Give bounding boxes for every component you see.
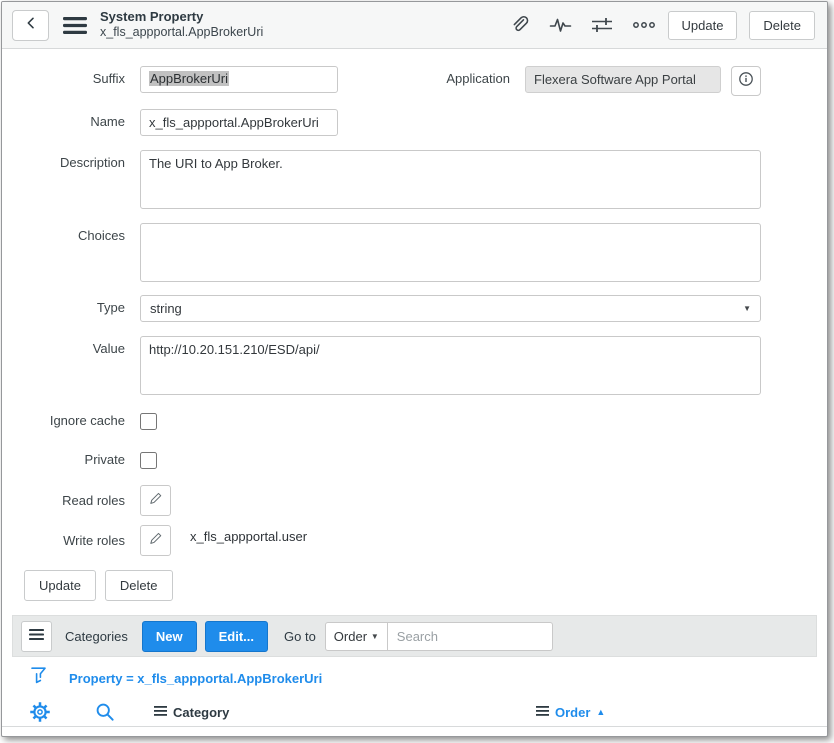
row-suffix-application: Suffix AppBrokerUri Application (2, 66, 761, 96)
hamburger-icon (154, 703, 167, 721)
row-private: Private (2, 450, 761, 469)
sliders-icon[interactable] (591, 16, 613, 34)
suffix-label: Suffix (2, 66, 140, 96)
row-read-roles: Read roles (2, 485, 761, 516)
row-name: Name (2, 109, 761, 136)
row-ignore-cache: Ignore cache (2, 411, 761, 430)
activity-stream-icon[interactable] (549, 16, 572, 34)
related-list-title: Categories (65, 629, 128, 644)
list-column-headers: Category Order ▲ (2, 698, 827, 727)
edit-button[interactable]: Edit... (205, 621, 268, 652)
breadcrumb-filter-row: Property = x_fls_appportal.AppBrokerUri (2, 657, 827, 698)
description-label: Description (2, 150, 140, 209)
private-checkbox[interactable] (140, 452, 157, 469)
info-icon (738, 71, 754, 92)
description-textarea[interactable]: The URI to App Broker. (140, 150, 761, 209)
header-delete-button[interactable]: Delete (749, 11, 815, 40)
type-selected-value: string (150, 301, 182, 316)
funnel-icon[interactable] (30, 666, 47, 690)
record-title-block: System Property x_fls_appportal.AppBroke… (100, 10, 263, 39)
related-list-toolbar: Categories New Edit... Go to Order ▼ (12, 615, 817, 657)
related-list-menu-button[interactable] (21, 621, 52, 652)
goto-label: Go to (284, 629, 316, 644)
ignore-cache-label: Ignore cache (2, 411, 140, 430)
row-choices: Choices (2, 223, 761, 282)
search-icon[interactable] (95, 702, 115, 727)
type-select[interactable]: string ▼ (140, 295, 761, 322)
goto-field-select[interactable]: Order ▼ (325, 622, 388, 651)
more-options-icon[interactable] (632, 19, 656, 31)
chevron-left-icon (24, 16, 38, 35)
pencil-icon (148, 531, 163, 551)
type-label: Type (2, 295, 140, 322)
paperclip-icon[interactable] (509, 15, 530, 36)
back-button[interactable] (12, 10, 49, 41)
form-footer-buttons: Update Delete (2, 570, 761, 615)
choices-textarea[interactable] (140, 223, 761, 282)
hamburger-icon (536, 703, 549, 721)
application-info-button[interactable] (731, 66, 761, 96)
suffix-input[interactable]: AppBrokerUri (140, 66, 338, 93)
form-body: Suffix AppBrokerUri Application Name (2, 49, 827, 615)
new-button[interactable]: New (142, 621, 197, 652)
footer-delete-button[interactable]: Delete (105, 570, 173, 601)
pencil-icon (148, 491, 163, 511)
value-label: Value (2, 336, 140, 395)
sort-ascending-icon: ▲ (596, 707, 605, 717)
filter-breadcrumb-link[interactable]: Property = x_fls_appportal.AppBrokerUri (69, 671, 322, 686)
page-title: System Property (100, 10, 263, 25)
value-textarea[interactable]: http://10.20.151.210/ESD/api/ (140, 336, 761, 395)
chevron-down-icon: ▼ (743, 304, 751, 313)
form-context-menu-icon[interactable] (63, 17, 87, 34)
row-write-roles: Write roles x_fls_appportal.user (2, 525, 761, 556)
name-input[interactable] (140, 109, 338, 136)
row-description: Description The URI to App Broker. (2, 150, 761, 209)
private-label: Private (2, 450, 140, 469)
read-roles-edit-button[interactable] (140, 485, 171, 516)
row-type: Type string ▼ (2, 295, 761, 322)
write-roles-edit-button[interactable] (140, 525, 171, 556)
gear-icon[interactable] (30, 702, 50, 727)
write-roles-value: x_fls_appportal.user (190, 525, 307, 544)
choices-label: Choices (2, 223, 140, 282)
chevron-down-icon: ▼ (371, 632, 379, 641)
header-update-button[interactable]: Update (668, 11, 738, 40)
column-label: Category (173, 705, 229, 720)
record-form-window: System Property x_fls_appportal.AppBroke… (1, 1, 828, 737)
row-value: Value http://10.20.151.210/ESD/api/ (2, 336, 761, 395)
hamburger-icon (29, 627, 44, 645)
page-subtitle: x_fls_appportal.AppBrokerUri (100, 25, 263, 39)
column-label: Order (555, 705, 590, 720)
write-roles-label: Write roles (2, 525, 140, 556)
suffix-selected-text: AppBrokerUri (149, 71, 229, 86)
column-header-category[interactable]: Category (154, 703, 229, 721)
form-header: System Property x_fls_appportal.AppBroke… (2, 2, 827, 49)
application-label: Application (446, 66, 525, 86)
related-list-search-input[interactable] (388, 622, 553, 651)
column-header-order[interactable]: Order ▲ (536, 703, 605, 721)
goto-selected-value: Order (334, 629, 367, 644)
name-label: Name (2, 109, 140, 136)
ignore-cache-checkbox[interactable] (140, 413, 157, 430)
footer-update-button[interactable]: Update (24, 570, 96, 601)
application-input (525, 66, 721, 93)
read-roles-label: Read roles (2, 485, 140, 516)
